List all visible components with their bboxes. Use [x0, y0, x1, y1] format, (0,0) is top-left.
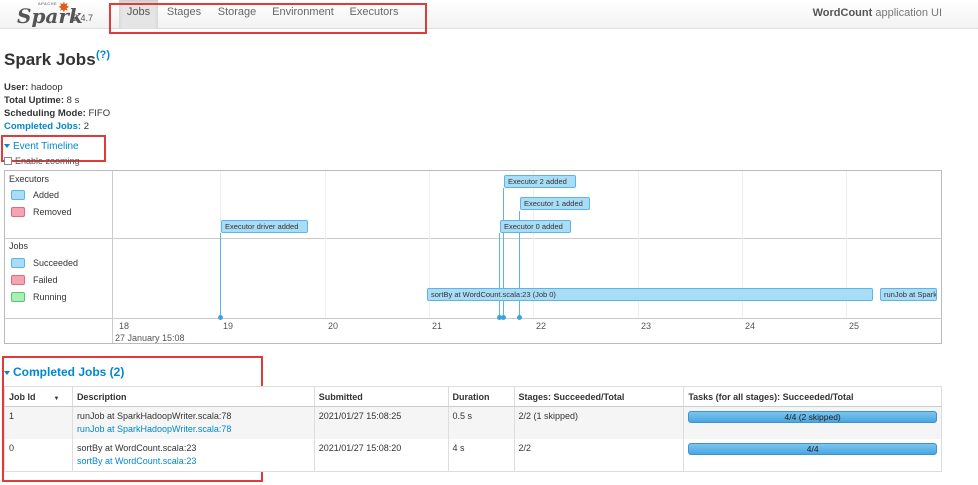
scheduling-mode-label: Scheduling Mode:: [4, 108, 86, 119]
event-executor-0-added[interactable]: Executor 0 added: [500, 220, 571, 233]
column-header-stages[interactable]: Stages: Succeeded/Total: [513, 386, 685, 407]
enable-zooming-checkbox[interactable]: Enable zooming: [4, 156, 80, 166]
legend-job-failed: Failed: [11, 275, 58, 285]
spark-logo[interactable]: APACHE Spark ✸: [14, 0, 83, 28]
legend-label-removed: Removed: [33, 207, 72, 217]
completed-jobs-table: Job Id ▼ Description Submitted Duration S…: [4, 386, 942, 472]
cell-duration: 4 s: [447, 439, 515, 472]
summary-scheduling-mode: Scheduling Mode: FIFO: [4, 107, 110, 120]
legend-swatch-failed: [11, 275, 25, 285]
cell-tasks: 4/4 (2 skipped): [683, 406, 942, 439]
legend-job-succeeded: Succeeded: [11, 258, 78, 268]
uptime-value: 8 s: [66, 95, 80, 106]
app-name-bold: WordCount: [812, 7, 873, 19]
column-header-submitted[interactable]: Submitted: [313, 386, 449, 407]
timeline-tick: 18: [119, 321, 130, 331]
timeline-tick: 19: [223, 321, 234, 331]
job-description-link[interactable]: sortBy at WordCount.scala:23: [77, 455, 310, 468]
tasks-progress-label: 4/4: [806, 444, 819, 454]
spark-version: 2.4.7: [73, 13, 94, 23]
cell-duration: 0.5 s: [447, 406, 515, 439]
user-label: User:: [4, 82, 29, 93]
timeline-group-divider: [5, 238, 941, 239]
summary-user: User: hadoop: [4, 81, 63, 94]
event-executor-1-added[interactable]: Executor 1 added: [520, 197, 590, 210]
legend-label-succeeded: Succeeded: [33, 258, 79, 268]
executor-0-dot: [497, 315, 502, 320]
table-header-row: Job Id ▼ Description Submitted Duration S…: [4, 386, 942, 407]
executor-0-line: [499, 233, 500, 318]
timeline-tick: 20: [328, 321, 339, 331]
legend-executor-added: Added: [11, 190, 59, 200]
nav-tabs-highlight: [109, 3, 427, 34]
event-job-0[interactable]: sortBy at WordCount.scala:23 (Job 0): [427, 288, 873, 301]
completed-jobs-link[interactable]: Completed Jobs:: [4, 121, 81, 132]
table-row: 1 runJob at SparkHadoopWriter.scala:78 r…: [4, 406, 942, 439]
tasks-progress-bar: 4/4: [688, 443, 937, 455]
cell-job-id: 1: [4, 406, 73, 439]
cell-job-id: 0: [4, 439, 73, 472]
event-job-1[interactable]: runJob at SparkHadoopWriter.scala:78 (Jo…: [880, 288, 937, 301]
column-header-duration[interactable]: Duration: [447, 386, 515, 407]
legend-label-failed: Failed: [33, 275, 58, 285]
timeline-tick: 22: [536, 321, 547, 331]
column-header-job-id[interactable]: Job Id ▼: [4, 386, 73, 407]
summary-completed-jobs: Completed Jobs: 2: [4, 120, 89, 133]
jobs-heading: Jobs: [9, 241, 29, 251]
event-executor-driver-added[interactable]: Executor driver added: [221, 220, 308, 233]
legend-label-running: Running: [33, 292, 67, 302]
legend-swatch-added: [11, 190, 25, 200]
timeline-date-label: 27 January 15:08: [115, 333, 185, 343]
user-value: hadoop: [30, 82, 63, 93]
timeline-gridline: [325, 171, 326, 318]
application-name: WordCount application UI: [813, 7, 942, 19]
completed-jobs-count: 2: [83, 121, 89, 132]
legend-label-added: Added: [33, 190, 60, 200]
cell-description: sortBy at WordCount.scala:23 sortBy at W…: [71, 439, 315, 472]
timeline-tick: 23: [641, 321, 652, 331]
timeline-tick: 25: [849, 321, 860, 331]
event-executor-2-added[interactable]: Executor 2 added: [504, 175, 576, 188]
sort-descending-icon: ▼: [53, 395, 60, 402]
legend-swatch-succeeded: [11, 258, 25, 268]
table-row: 0 sortBy at WordCount.scala:23 sortBy at…: [4, 439, 942, 472]
timeline-tick: 21: [432, 321, 443, 331]
legend-executor-removed: Removed: [11, 207, 72, 217]
enable-zooming-label: Enable zooming: [15, 156, 80, 166]
cell-submitted: 2021/01/27 15:08:20: [313, 439, 449, 472]
legend-job-running: Running: [11, 292, 67, 302]
timeline-tick: 24: [745, 321, 756, 331]
page-title: Spark Jobs: [4, 50, 96, 69]
legend-swatch-removed: [11, 207, 25, 217]
job-id-header-label: Job Id: [9, 391, 36, 402]
executor-1-dot: [517, 315, 522, 320]
legend-swatch-running: [11, 292, 25, 302]
help-link[interactable]: (?): [96, 49, 110, 61]
cell-stages: 2/2 (1 skipped): [513, 406, 685, 439]
spark-star-icon: ✸: [58, 0, 70, 15]
tasks-progress-bar: 4/4 (2 skipped): [688, 411, 937, 423]
scheduling-mode-value: FIFO: [88, 108, 111, 119]
cell-description: runJob at SparkHadoopWriter.scala:78 run…: [71, 406, 315, 439]
uptime-label: Total Uptime:: [4, 95, 64, 106]
cell-submitted: 2021/01/27 15:08:25: [313, 406, 449, 439]
executors-heading: Executors: [9, 174, 50, 184]
executor-driver-dot: [218, 315, 223, 320]
tasks-progress-label: 4/4 (2 skipped): [784, 412, 841, 422]
column-header-tasks[interactable]: Tasks (for all stages): Succeeded/Total: [683, 386, 942, 407]
event-timeline-chart: Executors Added Removed Jobs Succeeded F…: [4, 170, 942, 344]
column-header-description[interactable]: Description: [71, 386, 315, 407]
checkbox-icon: [4, 157, 12, 165]
app-name-suffix: application UI: [875, 7, 942, 19]
summary-uptime: Total Uptime: 8 s: [4, 94, 79, 107]
job-description-text: runJob at SparkHadoopWriter.scala:78: [76, 411, 232, 421]
cell-tasks: 4/4: [683, 439, 942, 472]
cell-stages: 2/2: [513, 439, 685, 472]
executor-driver-line: [220, 233, 221, 318]
job-description-link[interactable]: runJob at SparkHadoopWriter.scala:78: [77, 423, 310, 436]
job-description-text: sortBy at WordCount.scala:23: [76, 443, 197, 453]
timeline-axis-line: [5, 318, 941, 319]
